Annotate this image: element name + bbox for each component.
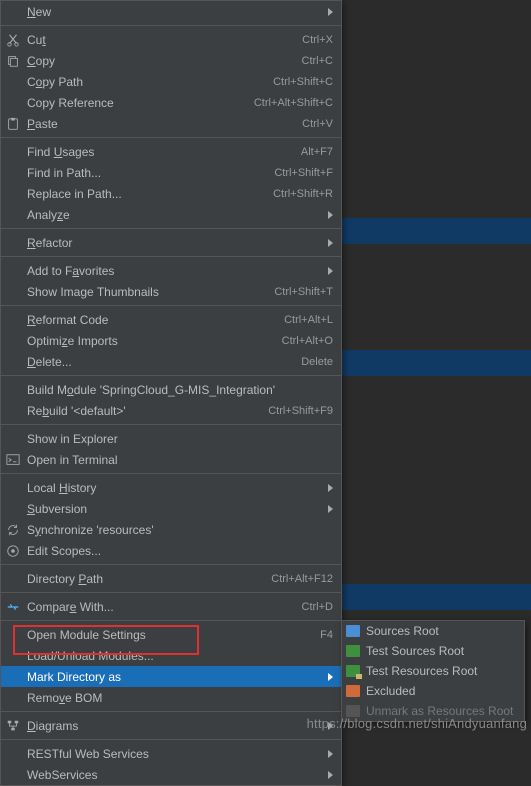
chevron-right-icon: [328, 211, 333, 219]
chevron-right-icon: [328, 239, 333, 247]
folder-icon: [346, 645, 360, 657]
menu-directory-path[interactable]: Directory PathCtrl+Alt+F12: [1, 568, 341, 589]
menu-synchronize[interactable]: Synchronize 'resources': [1, 519, 341, 540]
shortcut: Delete: [301, 356, 333, 368]
menu-cut[interactable]: CutCtrl+X: [1, 29, 341, 50]
sync-icon: [5, 522, 21, 538]
shortcut: Ctrl+Alt+L: [284, 314, 333, 326]
submenu-sources-root[interactable]: Sources Root: [342, 621, 524, 641]
menu-refactor[interactable]: Refactor: [1, 232, 341, 253]
separator: [1, 711, 341, 712]
menu-open-terminal[interactable]: Open in Terminal: [1, 449, 341, 470]
menu-open-module-settings[interactable]: Open Module SettingsF4: [1, 624, 341, 645]
separator: [1, 25, 341, 26]
separator: [1, 620, 341, 621]
menu-remove-bom[interactable]: Remove BOM: [1, 687, 341, 708]
menu-restful[interactable]: RESTful Web Services: [1, 743, 341, 764]
chevron-right-icon: [328, 267, 333, 275]
menu-diagrams[interactable]: Diagrams: [1, 715, 341, 736]
menu-load-unload-modules[interactable]: Load/Unload Modules...: [1, 645, 341, 666]
menu-local-history[interactable]: Local History: [1, 477, 341, 498]
separator: [1, 473, 341, 474]
menu-analyze[interactable]: Analyze: [1, 204, 341, 225]
shortcut: Ctrl+V: [302, 118, 333, 130]
copy-icon: [5, 53, 21, 69]
separator: [1, 137, 341, 138]
submenu-test-sources-root[interactable]: Test Sources Root: [342, 641, 524, 661]
separator: [1, 424, 341, 425]
menu-copy-reference[interactable]: Copy ReferenceCtrl+Alt+Shift+C: [1, 92, 341, 113]
compare-icon: [5, 599, 21, 615]
shortcut: Ctrl+Alt+Shift+C: [254, 97, 333, 109]
folder-icon: [346, 665, 360, 677]
chevron-right-icon: [328, 505, 333, 513]
folder-icon: [346, 625, 360, 637]
menu-subversion[interactable]: Subversion: [1, 498, 341, 519]
shortcut: Ctrl+Shift+F: [274, 167, 333, 179]
separator: [1, 739, 341, 740]
menu-new[interactable]: NNewew: [1, 1, 341, 22]
shortcut: Ctrl+X: [302, 34, 333, 46]
context-menu: NNewew CutCtrl+X CopyCtrl+C Copy PathCtr…: [0, 0, 342, 786]
menu-compare-with[interactable]: Compare With...Ctrl+D: [1, 596, 341, 617]
submenu-test-resources-root[interactable]: Test Resources Root: [342, 661, 524, 681]
chevron-right-icon: [328, 750, 333, 758]
shortcut: Ctrl+C: [302, 55, 333, 67]
shortcut: Ctrl+Shift+T: [274, 286, 333, 298]
separator: [1, 564, 341, 565]
menu-mark-directory-as[interactable]: Mark Directory as: [1, 666, 341, 687]
diagram-icon: [5, 718, 21, 734]
shortcut: Ctrl+Alt+O: [282, 335, 333, 347]
watermark: https://blog.csdn.net/shiAndyuanfang: [307, 716, 527, 731]
menu-edit-scopes[interactable]: Edit Scopes...: [1, 540, 341, 561]
menu-build-module[interactable]: Build Module 'SpringCloud_G-MIS_Integrat…: [1, 379, 341, 400]
menu-find-usages[interactable]: Find UsagesAlt+F7: [1, 141, 341, 162]
shortcut: Alt+F7: [301, 146, 333, 158]
separator: [1, 305, 341, 306]
chevron-right-icon: [328, 8, 333, 16]
menu-replace-in-path[interactable]: Replace in Path...Ctrl+Shift+R: [1, 183, 341, 204]
menu-show-thumbnails[interactable]: Show Image ThumbnailsCtrl+Shift+T: [1, 281, 341, 302]
menu-webservices[interactable]: WebServices: [1, 764, 341, 785]
menu-copy-path[interactable]: Copy PathCtrl+Shift+C: [1, 71, 341, 92]
menu-paste[interactable]: PasteCtrl+V: [1, 113, 341, 134]
folder-icon: [346, 685, 360, 697]
menu-rebuild[interactable]: Rebuild '<default>'Ctrl+Shift+F9: [1, 400, 341, 421]
paste-icon: [5, 116, 21, 132]
menu-optimize-imports[interactable]: Optimize ImportsCtrl+Alt+O: [1, 330, 341, 351]
scopes-icon: [5, 543, 21, 559]
menu-find-in-path[interactable]: Find in Path...Ctrl+Shift+F: [1, 162, 341, 183]
separator: [1, 228, 341, 229]
shortcut: Ctrl+Shift+C: [273, 76, 333, 88]
menu-show-explorer[interactable]: Show in Explorer: [1, 428, 341, 449]
submenu-excluded[interactable]: Excluded: [342, 681, 524, 701]
chevron-right-icon: [328, 673, 333, 681]
menu-reformat-code[interactable]: Reformat CodeCtrl+Alt+L: [1, 309, 341, 330]
mark-directory-submenu: Sources Root Test Sources Root Test Reso…: [341, 620, 525, 722]
menu-delete[interactable]: Delete...Delete: [1, 351, 341, 372]
shortcut: Ctrl+D: [302, 601, 333, 613]
shortcut: Ctrl+Shift+F9: [268, 405, 333, 417]
menu-copy[interactable]: CopyCtrl+C: [1, 50, 341, 71]
chevron-right-icon: [328, 484, 333, 492]
chevron-right-icon: [328, 771, 333, 779]
cut-icon: [5, 32, 21, 48]
shortcut: F4: [320, 629, 333, 641]
terminal-icon: [5, 452, 21, 468]
separator: [1, 375, 341, 376]
shortcut: Ctrl+Shift+R: [273, 188, 333, 200]
separator: [1, 256, 341, 257]
separator: [1, 592, 341, 593]
menu-add-favorites[interactable]: Add to Favorites: [1, 260, 341, 281]
shortcut: Ctrl+Alt+F12: [271, 573, 333, 585]
